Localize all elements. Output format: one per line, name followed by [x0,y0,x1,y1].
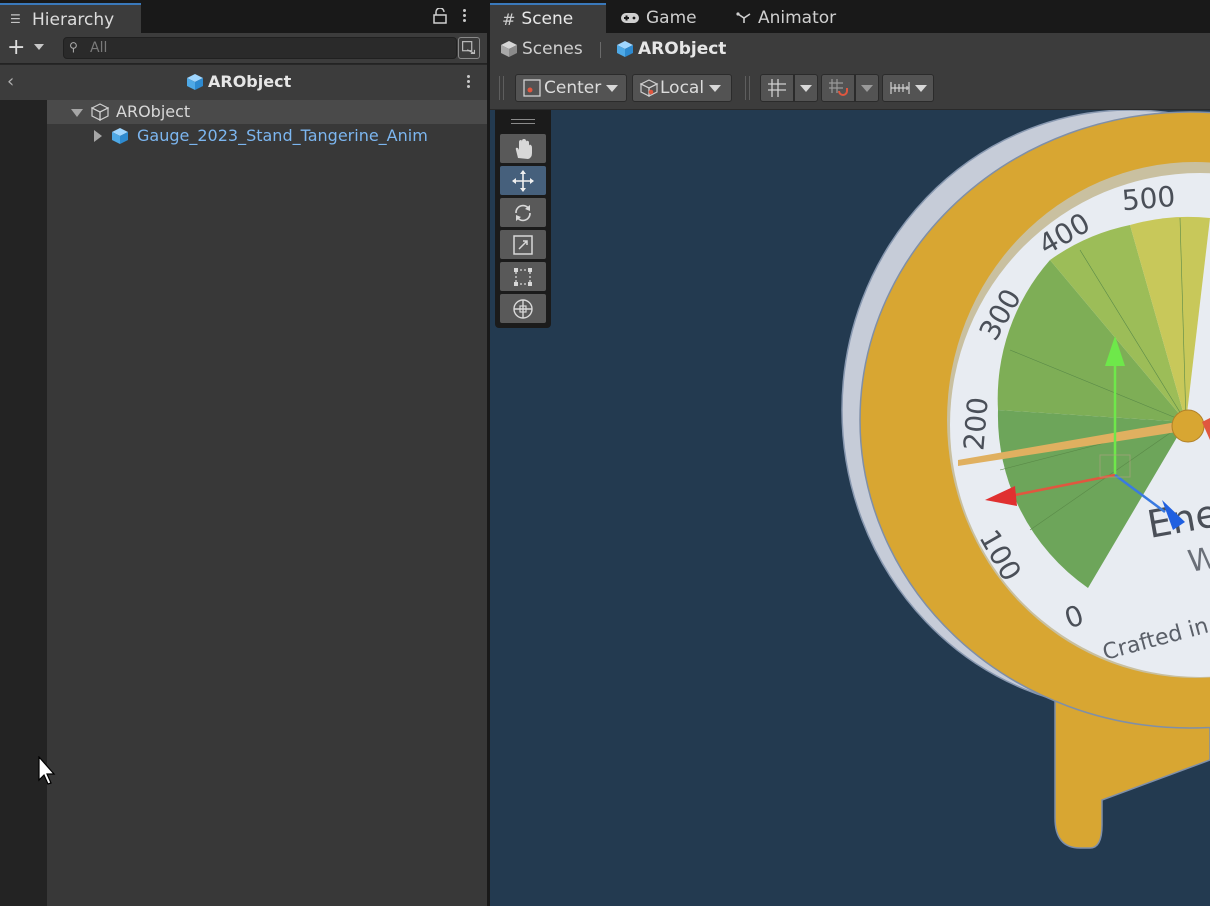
toolbar-grip[interactable] [499,76,504,100]
ruler-snap-button[interactable] [882,74,934,102]
tools-drag-handle[interactable] [511,119,535,124]
rotate-icon [515,204,531,221]
scale-tool-button[interactable] [500,230,546,259]
increment-snap-dropdown[interactable] [855,74,879,102]
rotate-tool-button[interactable] [500,198,546,227]
prefab-title: ARObject [186,72,291,91]
tab-animator[interactable]: Animator [724,3,844,33]
grid-snap-icon [768,79,786,97]
grid-snap-button[interactable] [760,74,794,102]
tab-hierarchy[interactable]: ☰ Hierarchy [0,3,141,33]
gamepad-icon [621,13,639,23]
scene-tabbar: # Scene Game Animator [490,0,1210,33]
hand-icon [515,138,532,159]
chevron-down-icon [861,84,873,92]
prefab-cube-icon [617,41,633,57]
breadcrumb-scenes-label: Scenes [522,39,583,59]
toolbar-grip[interactable] [745,76,750,100]
back-arrow-icon[interactable]: ‹ [7,71,14,92]
gauge-needle-hub [1171,409,1205,443]
prefab-cube-icon [112,128,128,144]
add-icon[interactable]: + [7,36,25,60]
scene-panel: # Scene Game Animator Scenes ARObject Ce… [490,0,1210,906]
breadcrumb-separator [600,42,601,58]
magnet-snap-icon [829,79,848,96]
collapse-arrow-icon[interactable] [94,130,102,142]
tab-game-label: Game [646,8,697,28]
breadcrumb-scenes[interactable]: Scenes [500,39,583,59]
local-space-icon [639,79,659,97]
animator-icon [736,12,751,23]
scene-toolbar: Center Local [490,66,1210,110]
pivot-dropdown[interactable]: Center [515,74,627,102]
grid-hash-icon: # [502,9,516,29]
scale-icon [513,234,533,255]
ruler-icon [890,82,910,94]
search-field[interactable]: ⚲ [63,37,457,59]
lock-icon[interactable] [433,8,447,24]
prefab-menu-icon[interactable] [467,75,475,91]
tab-scene-label: Scene [521,9,574,29]
prefab-cube-icon [187,73,203,90]
search-icon: ⚲ [69,40,78,54]
hierarchy-menu-icon[interactable] [463,9,471,25]
chevron-down-icon [915,84,927,92]
scene-breadcrumb: Scenes ARObject [490,33,1210,66]
transform-tool-button[interactable] [500,294,546,323]
list-icon: ☰ [10,12,21,26]
tab-hierarchy-label: Hierarchy [32,10,115,30]
increment-snap-button[interactable] [821,74,855,102]
tab-scene[interactable]: # Scene [490,3,606,33]
hierarchy-row-label: Gauge_2023_Stand_Tangerine_Anim [137,126,428,145]
breadcrumb-arobject-label: ARObject [638,39,727,59]
grid-snap-dropdown[interactable] [794,74,818,102]
hierarchy-panel: ☰ Hierarchy + ⚲ ‹ ARObject [0,0,487,906]
search-options-icon[interactable] [458,37,480,59]
unity-scene-icon [501,41,517,57]
expand-arrow-icon[interactable] [71,109,83,117]
prefab-title-label: ARObject [208,72,292,91]
chevron-down-icon [800,84,812,92]
hierarchy-toolbar: + ⚲ [0,33,487,64]
hierarchy-tabbar: ☰ Hierarchy [0,0,487,33]
tab-game[interactable]: Game [608,3,718,33]
transform-tools [495,110,551,328]
space-dropdown[interactable]: Local [632,74,732,102]
hand-tool-button[interactable] [500,134,546,163]
hierarchy-row-label: ARObject [116,102,191,121]
rect-transform-icon [514,267,532,286]
space-dropdown-label: Local [660,78,705,98]
prefab-header: ‹ ARObject [0,65,487,100]
scene-viewport[interactable]: 0 100 200 300 400 500 Ene Wa Crafted in … [490,110,1210,906]
breadcrumb-arobject[interactable]: ARObject [616,39,726,59]
move-tool-button[interactable] [500,166,546,195]
pivot-dropdown-label: Center [544,78,602,98]
tick-label-500: 500 [1121,180,1177,218]
add-dropdown-caret[interactable] [34,44,44,50]
gauge-model[interactable]: 0 100 200 300 400 500 Ene Wa Crafted in … [490,110,1210,906]
search-input[interactable] [90,39,450,57]
pivot-center-icon [523,79,541,97]
hierarchy-list: ARObject Gauge_2023_Stand_Tangerine_Anim [47,100,487,906]
chevron-down-icon [709,84,722,92]
tick-label-200: 200 [957,396,995,452]
hierarchy-row-arobject[interactable]: ARObject [47,100,487,124]
hierarchy-row-gauge[interactable]: Gauge_2023_Stand_Tangerine_Anim [47,124,487,148]
tab-animator-label: Animator [758,8,837,28]
move-icon [512,169,534,192]
gameobject-cube-icon [91,103,109,121]
chevron-down-icon [606,84,619,92]
transform-all-icon [513,298,533,319]
rect-tool-button[interactable] [500,262,546,291]
mouse-cursor-icon [38,756,56,785]
